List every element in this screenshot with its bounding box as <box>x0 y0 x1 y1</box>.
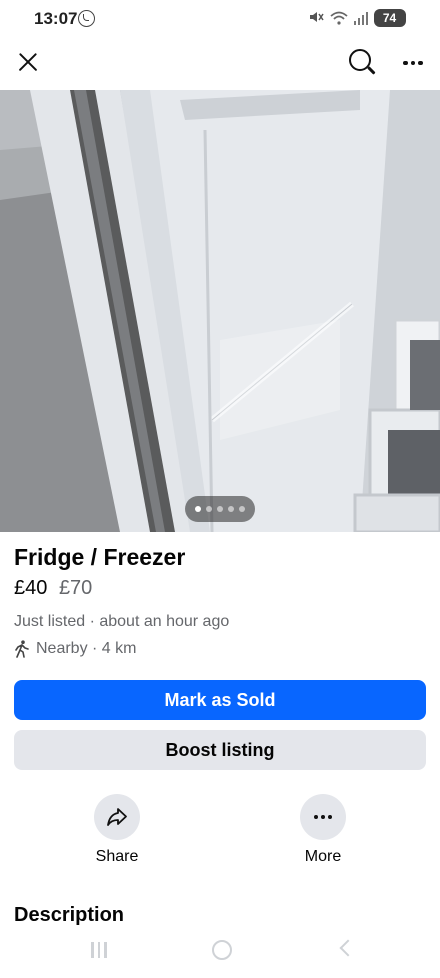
listing-photo[interactable] <box>0 90 440 532</box>
location-text: Nearby · 4 km <box>36 640 137 657</box>
more-options-icon[interactable] <box>398 49 428 77</box>
share-button[interactable]: Share <box>62 794 172 866</box>
walking-person-icon <box>15 640 29 658</box>
close-icon[interactable] <box>14 48 42 76</box>
boost-listing-button[interactable]: Boost listing <box>14 730 426 770</box>
more-button[interactable]: More <box>268 794 378 866</box>
signal-icon <box>354 11 368 25</box>
wifi-icon <box>330 11 348 25</box>
status-time: 13:07 <box>34 9 78 28</box>
ellipsis-icon <box>314 815 332 819</box>
pagination-dot-2 <box>206 506 212 512</box>
back-icon[interactable] <box>339 939 357 957</box>
top-bar <box>0 38 440 90</box>
listed-time: Just listed · about an hour ago <box>14 613 230 630</box>
listing-price: £40 <box>14 577 48 599</box>
status-bar: 13:07 74 <box>0 0 440 38</box>
search-icon[interactable] <box>348 48 378 78</box>
listing-location: Nearby · 4 km <box>14 640 136 658</box>
battery-indicator: 74 <box>374 9 406 27</box>
listing-title: Fridge / Freezer <box>14 544 186 570</box>
home-icon[interactable] <box>212 940 232 960</box>
recent-apps-icon[interactable] <box>91 942 107 958</box>
listing-original-price: £70 <box>58 577 93 599</box>
more-icon-circle <box>300 794 346 840</box>
fridge-photo-illustration <box>0 90 440 532</box>
description-heading: Description <box>14 904 125 926</box>
system-nav-bar <box>0 928 440 978</box>
whatsapp-icon <box>78 10 95 27</box>
pagination-dot-3 <box>217 506 223 512</box>
share-label: Share <box>95 848 139 865</box>
mark-as-sold-button[interactable]: Mark as Sold <box>14 680 426 720</box>
listing-prices: £40 £70 <box>14 577 92 600</box>
mute-icon <box>308 10 324 27</box>
photo-pagination <box>185 496 255 522</box>
pagination-dot-1 <box>195 506 201 512</box>
more-label: More <box>304 848 342 865</box>
share-icon <box>107 808 127 826</box>
pagination-dot-5 <box>239 506 245 512</box>
share-icon-circle <box>94 794 140 840</box>
status-icons: 74 <box>308 9 406 27</box>
pagination-dot-4 <box>228 506 234 512</box>
